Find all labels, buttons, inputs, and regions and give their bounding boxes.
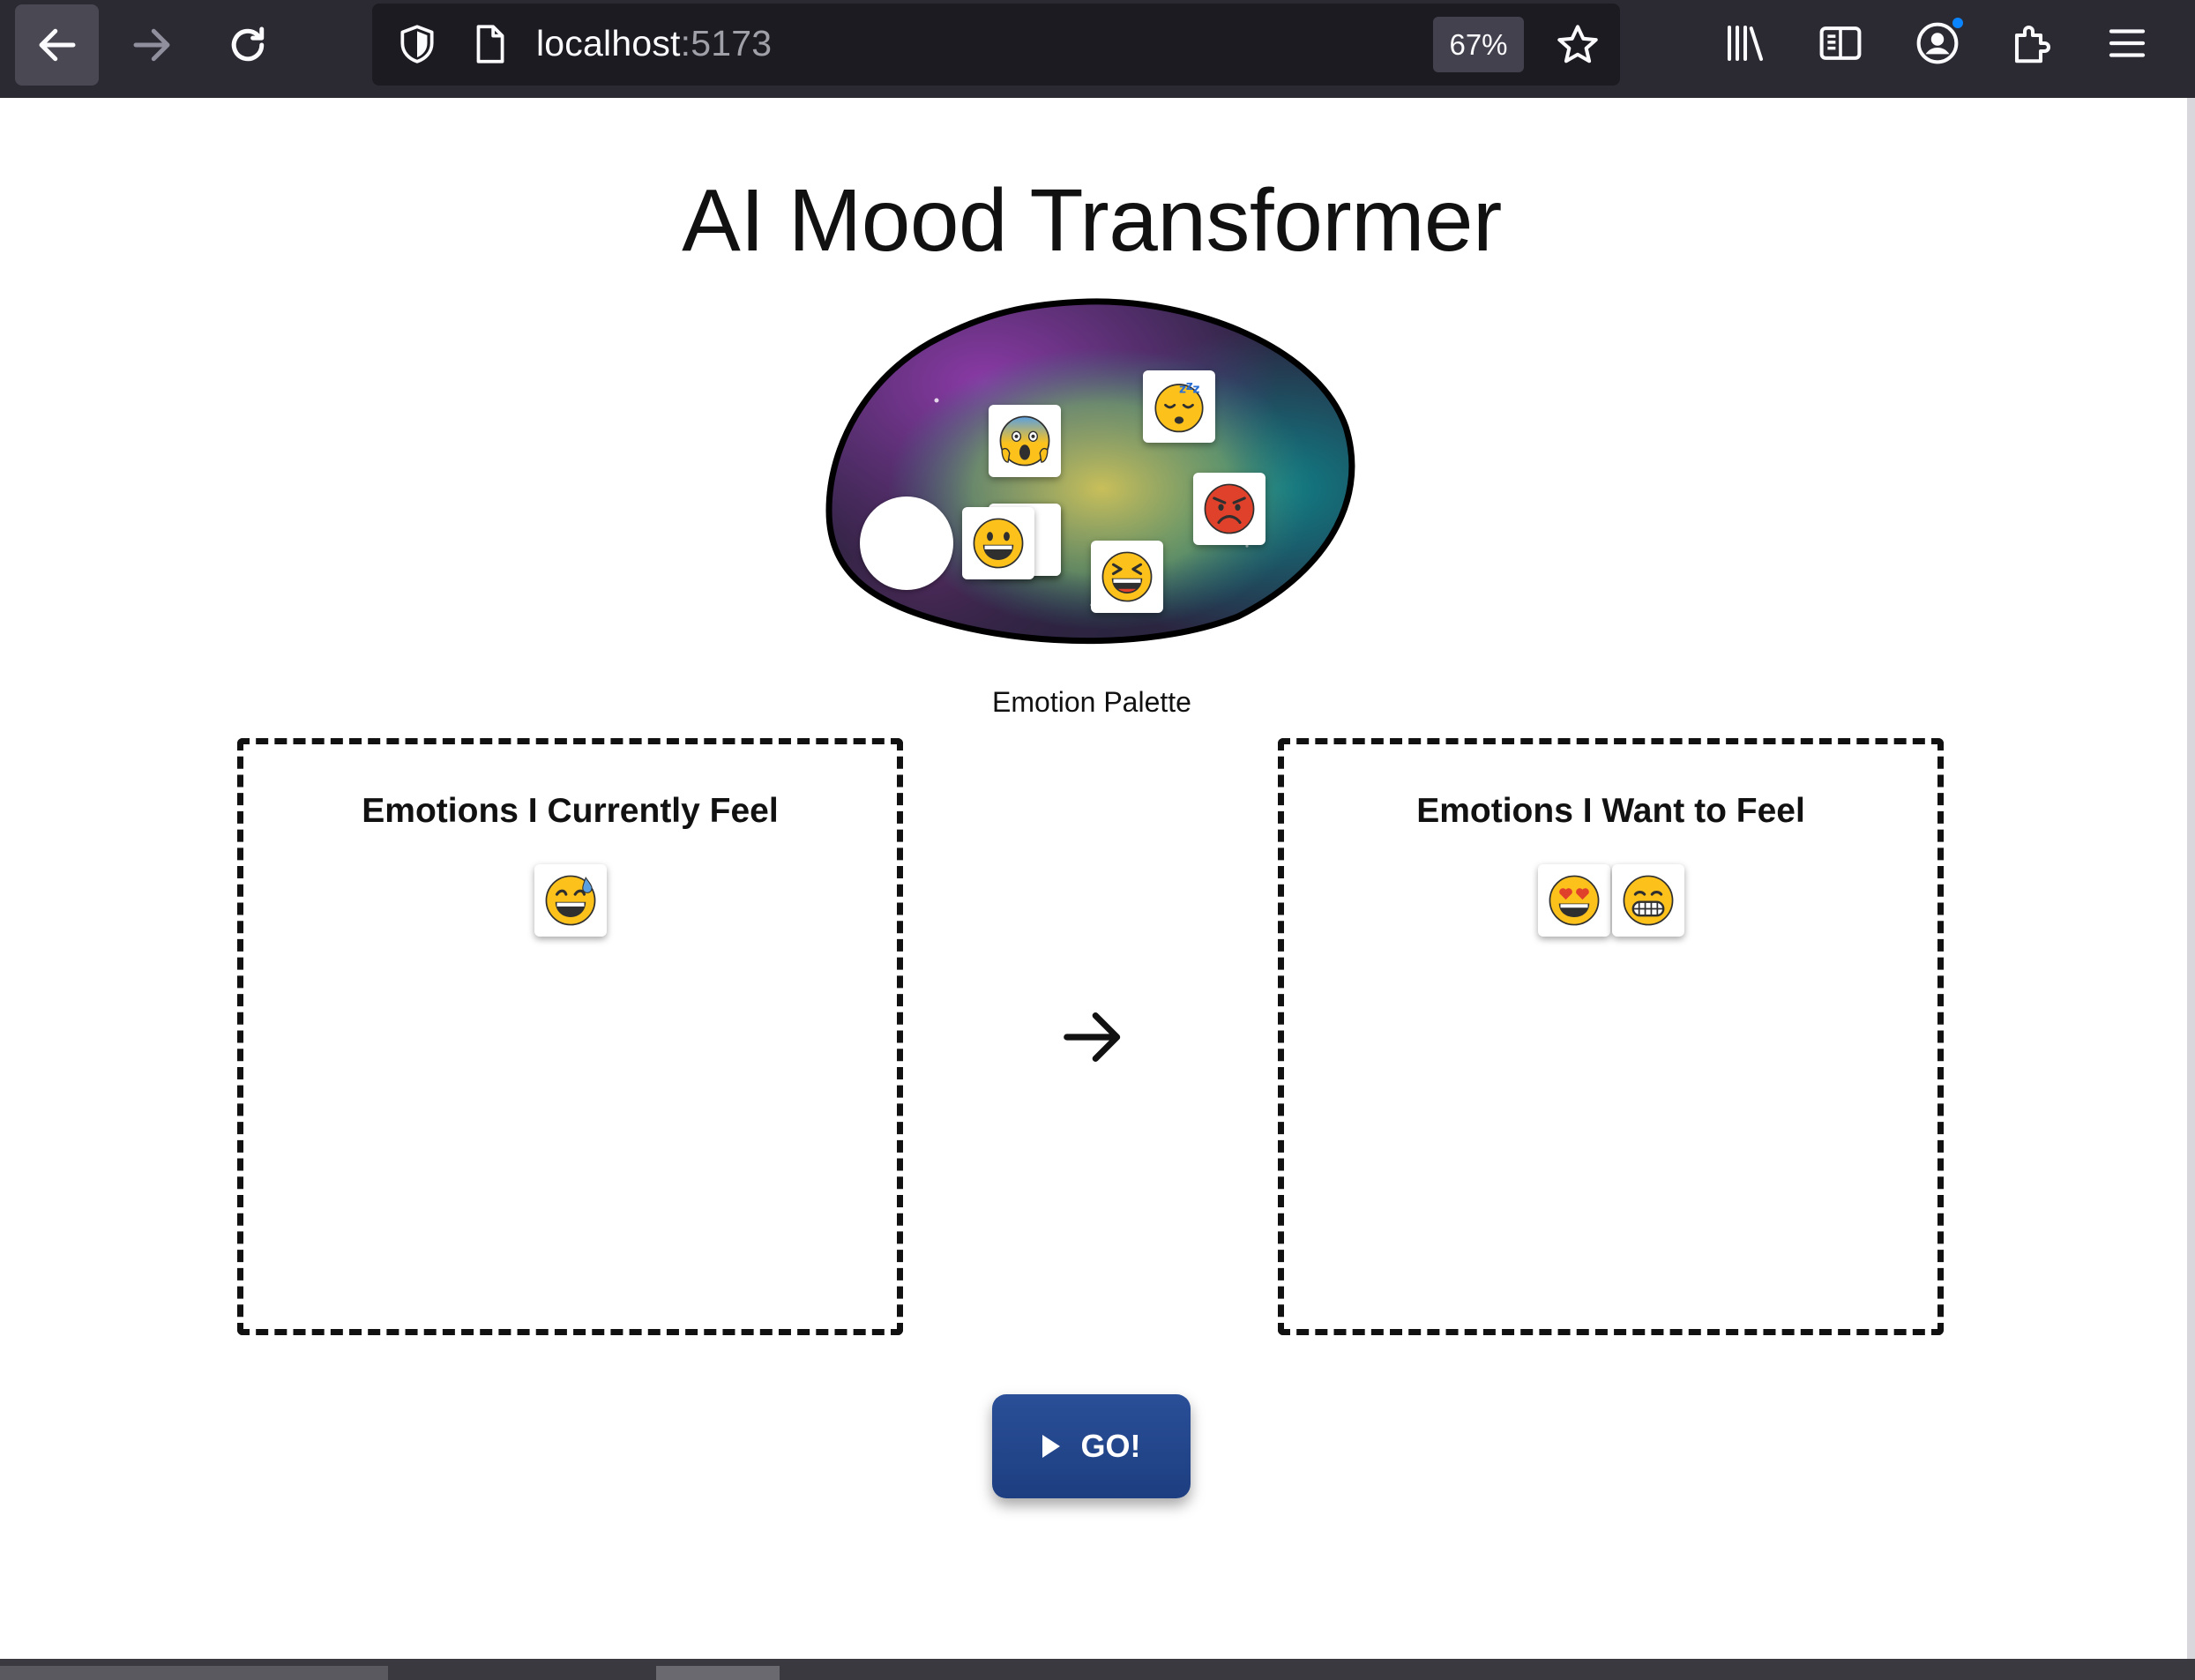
palette-emoji-sleeping[interactable]: z z z (1143, 370, 1215, 443)
grinning-face-icon (973, 518, 1024, 569)
library-icon (1727, 25, 1764, 62)
star-icon[interactable] (1554, 21, 1601, 69)
go-button-label: GO! (1080, 1428, 1141, 1464)
extensions-button[interactable] (2009, 19, 2057, 67)
go-button[interactable]: GO! (992, 1394, 1191, 1498)
browser-toolbar: localhost:5173 67% (0, 0, 2195, 98)
grimacing-grin-face-icon (1623, 875, 1673, 926)
current-emotions-list (243, 864, 897, 937)
reader-view-icon (1819, 26, 1862, 60)
current-emotions-heading: Emotions I Currently Feel (362, 792, 779, 830)
palette-emoji-laughing[interactable] (1091, 541, 1163, 613)
palette-emoji-grinning[interactable] (962, 507, 1034, 579)
url-text[interactable]: localhost:5173 (536, 23, 772, 64)
back-button[interactable] (15, 4, 99, 86)
address-bar[interactable]: localhost:5173 67% (372, 4, 1620, 86)
right-arrow-icon (1064, 1012, 1121, 1062)
sleeping-face-icon: z z z (1154, 379, 1204, 433)
account-button[interactable] (1914, 16, 1965, 67)
laughing-squint-face-icon (1101, 551, 1153, 602)
forward-arrow-icon (133, 28, 169, 62)
shield-icon[interactable] (395, 22, 439, 66)
desired-emotions-list (1284, 864, 1937, 937)
extensions-icon (2014, 26, 2050, 63)
palette-selector-handle[interactable] (860, 497, 953, 590)
screaming-face-icon (999, 415, 1050, 467)
palette-emoji-fearful[interactable] (989, 405, 1061, 477)
notification-dot (1951, 16, 1965, 30)
reload-button[interactable] (205, 4, 289, 86)
bottom-taskbar (0, 1659, 2195, 1680)
reader-view-button[interactable] (1817, 19, 1864, 67)
current-emoji-grinning-sweat[interactable] (534, 864, 607, 937)
forward-button[interactable] (109, 4, 193, 86)
library-button[interactable] (1721, 19, 1769, 67)
page-icon (476, 25, 504, 63)
palette-label: Emotion Palette (992, 686, 1191, 718)
desired-emoji-heart-eyes[interactable] (1537, 864, 1610, 937)
current-emotions-dropzone[interactable]: Emotions I Currently Feel (237, 738, 903, 1335)
menu-button[interactable] (2103, 19, 2151, 67)
svg-text:z: z (1193, 383, 1200, 397)
grinning-sweat-face-icon (545, 875, 595, 926)
menu-icon (2109, 29, 2146, 57)
page-scrollbar[interactable] (2187, 98, 2195, 1659)
desired-emotions-heading: Emotions I Want to Feel (1416, 792, 1805, 830)
reload-icon (231, 26, 264, 62)
zoom-level-badge[interactable]: 67% (1433, 17, 1524, 72)
desired-emoji-grimacing[interactable] (1611, 864, 1684, 937)
play-icon (1042, 1435, 1060, 1458)
desired-emotions-dropzone[interactable]: Emotions I Want to Feel (1278, 738, 1944, 1335)
heart-eyes-face-icon (1549, 875, 1599, 926)
angry-face-icon (1204, 483, 1255, 534)
page-title: AI Mood Transformer (682, 171, 1502, 270)
back-arrow-icon (39, 28, 75, 62)
palette-emoji-angry[interactable] (1193, 473, 1265, 545)
